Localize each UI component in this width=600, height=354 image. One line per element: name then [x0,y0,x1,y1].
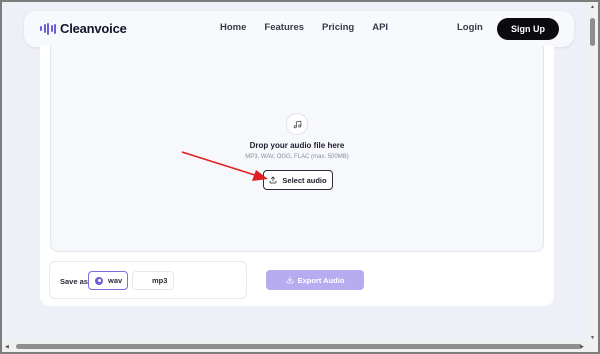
dropzone-subtitle: MP3, WAV, OGG, FLAC (max. 500MB) [245,154,349,160]
scroll-right-icon[interactable]: ▶ [580,344,584,350]
nav-link-api[interactable]: API [372,22,388,33]
dropzone-title: Drop your audio file here [249,141,345,150]
upload-icon [270,176,277,184]
select-audio-button[interactable]: Select audio [263,170,333,190]
annotation-arrow-icon [181,151,268,181]
export-audio-button[interactable]: Export Audio [266,270,364,290]
browser-window: Cleanvoice Home Features Pricing API Log… [2,2,598,352]
format-option-wav[interactable]: wav [88,271,128,290]
waveform-icon [40,22,56,35]
brand-name: Cleanvoice [60,21,127,36]
download-icon [286,276,293,284]
brand-logo[interactable]: Cleanvoice [40,21,127,36]
horizontal-scrollbar[interactable]: ◀ ▶ [2,341,598,352]
music-note-icon [286,113,308,135]
vertical-scrollbar[interactable]: ▲ ▼ [587,2,598,343]
top-navbar: Cleanvoice Home Features Pricing API Log… [24,11,574,47]
format-settings: Save as wav mp3 [49,261,247,299]
select-audio-label: Select audio [282,175,327,185]
format-option-mp3[interactable]: mp3 [132,271,174,290]
radio-selected-icon [95,276,103,285]
login-link[interactable]: Login [457,22,483,33]
nav-link-home[interactable]: Home [220,22,246,33]
save-as-label: Save as [60,277,88,286]
export-audio-label: Export Audio [297,275,345,285]
format-label-mp3: mp3 [152,276,168,285]
vertical-scroll-thumb[interactable] [590,18,595,46]
upload-dropzone[interactable]: Drop your audio file here MP3, WAV, OGG,… [50,46,544,252]
nav-link-features[interactable]: Features [264,22,304,33]
scroll-up-icon[interactable]: ▲ [590,4,595,10]
format-label-wav: wav [108,276,123,285]
main-card: Drop your audio file here MP3, WAV, OGG,… [40,46,554,306]
scroll-left-icon[interactable]: ◀ [5,344,9,350]
nav-links: Home Features Pricing API [220,22,406,33]
nav-link-pricing[interactable]: Pricing [322,22,354,33]
horizontal-scroll-thumb[interactable] [16,344,582,349]
signup-button[interactable]: Sign Up [497,18,559,40]
